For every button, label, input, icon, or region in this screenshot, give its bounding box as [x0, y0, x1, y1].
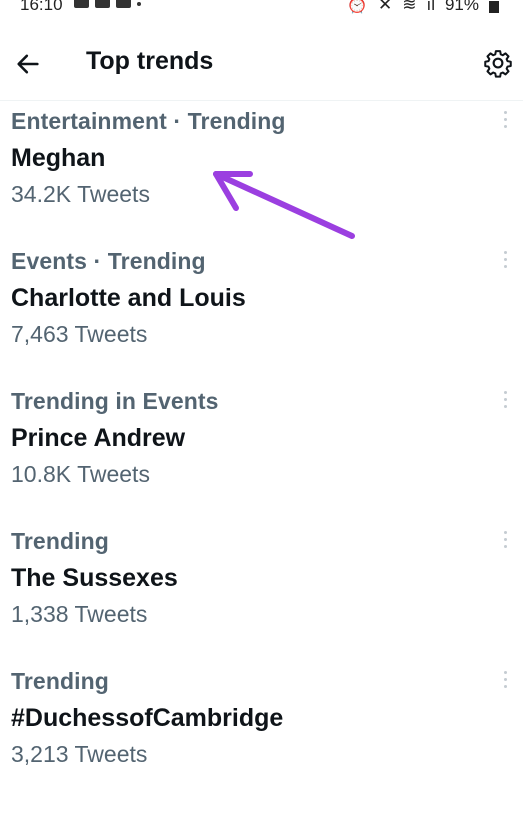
more-vertical-icon[interactable]: [501, 391, 509, 413]
trend-name: Meghan: [11, 144, 106, 172]
trend-item[interactable]: Entertainment · Trending Meghan 34.2K Tw…: [0, 101, 523, 241]
car-icon: [95, 0, 110, 8]
trend-tweet-count: 3,213 Tweets: [11, 741, 148, 767]
trends-list: Entertainment · Trending Meghan 34.2K Tw…: [0, 101, 523, 801]
trend-name: Prince Andrew: [11, 424, 186, 452]
status-time: 16:10: [20, 0, 63, 14]
youtube-icon: [116, 0, 131, 8]
trend-context: Trending: [11, 528, 109, 554]
back-arrow-icon[interactable]: [14, 50, 42, 78]
status-notification-icons: [74, 0, 141, 8]
wifi-icon: ≋: [402, 0, 417, 14]
gear-icon[interactable]: [483, 48, 513, 78]
trend-item[interactable]: Trending in Events Prince Andrew 10.8K T…: [0, 381, 523, 521]
more-vertical-icon[interactable]: [501, 251, 509, 273]
more-notifications-icon: [137, 1, 141, 6]
trend-context: Events · Trending: [11, 248, 206, 274]
trend-tweet-count: 34.2K Tweets: [11, 181, 150, 207]
more-vertical-icon[interactable]: [501, 531, 509, 553]
more-vertical-icon[interactable]: [501, 671, 509, 693]
trend-context: Trending: [11, 668, 109, 694]
trend-item[interactable]: Events · Trending Charlotte and Louis 7,…: [0, 241, 523, 381]
trend-tweet-count: 10.8K Tweets: [11, 461, 150, 487]
signal-icon: ıl: [426, 0, 435, 14]
mute-icon: ✕: [377, 0, 393, 14]
trend-context: Trending in Events: [11, 388, 219, 414]
battery-level: 91%: [444, 0, 479, 14]
trend-tweet-count: 1,338 Tweets: [11, 601, 148, 627]
status-right: ⏰ ✕ ≋ ıl 91%: [347, 0, 499, 15]
alarm-icon: ⏰: [346, 0, 368, 14]
page-title: Top trends: [86, 47, 214, 75]
trend-context: Entertainment · Trending: [11, 108, 286, 134]
trend-item[interactable]: Trending The Sussexes 1,338 Tweets: [0, 521, 523, 661]
trend-name: Charlotte and Louis: [11, 284, 246, 312]
top-bar: Top trends: [0, 36, 523, 101]
trend-name: #DuchessofCambridge: [11, 704, 284, 732]
battery-icon: [489, 0, 499, 13]
trend-item[interactable]: Trending #DuchessofCambridge 3,213 Tweet…: [0, 661, 523, 801]
trend-tweet-count: 7,463 Tweets: [11, 321, 148, 347]
trend-name: The Sussexes: [11, 564, 178, 592]
youtube-icon: [74, 0, 89, 8]
more-vertical-icon[interactable]: [501, 111, 509, 133]
status-bar: 16:10 ⏰ ✕ ≋ ıl 91%: [0, 0, 523, 16]
